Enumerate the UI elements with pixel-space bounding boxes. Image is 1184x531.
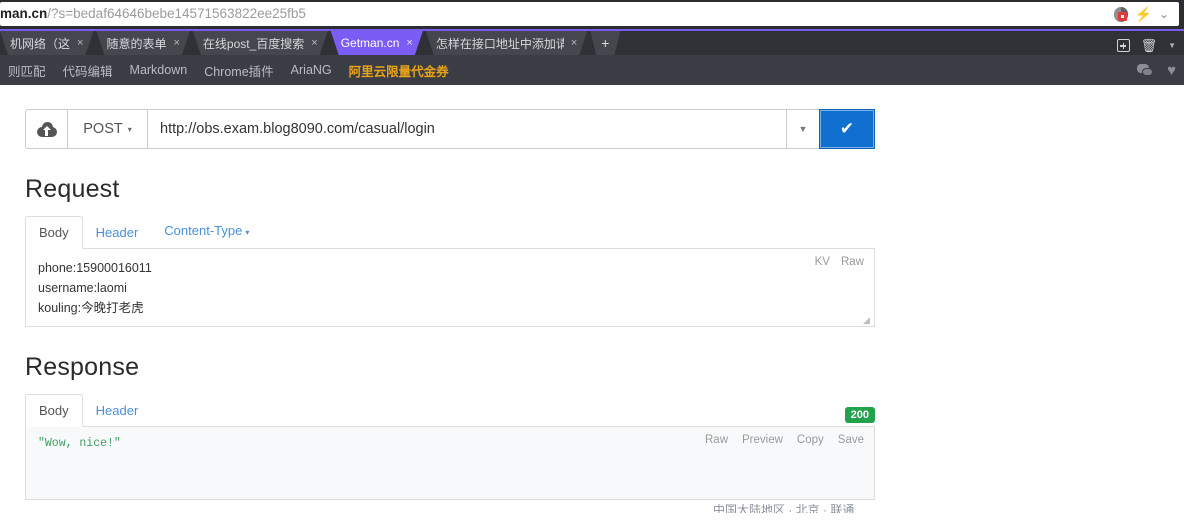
response-panel: Body Header 200 "Wow, nice!" Raw Preview… xyxy=(25,394,875,500)
chat-bubbles-icon[interactable] xyxy=(1137,63,1154,77)
bookmark-item[interactable]: 代码编辑 xyxy=(63,61,113,80)
url-history-dropdown[interactable]: ▼ xyxy=(786,109,819,149)
tab-label: Header xyxy=(95,225,139,240)
footer-text: 中国大陆地区 · 北京 · 联通 xyxy=(713,504,855,513)
request-url-bar: POST ▾ http://obs.exam.blog8090.com/casu… xyxy=(25,109,875,149)
tab-label: 在线post_百度搜索 xyxy=(202,36,305,51)
request-body-editor[interactable]: phone:15900016011 username:laomi kouling… xyxy=(25,249,875,327)
address-bar-icons: ⚡ ⌄ xyxy=(1113,6,1174,22)
copy-button[interactable]: Copy xyxy=(797,434,824,446)
close-icon[interactable]: × xyxy=(311,38,317,49)
address-bar[interactable]: man.cn/?s=bedaf64646bebe14571563822ee25f… xyxy=(0,2,1179,26)
response-status: 200 xyxy=(844,407,875,426)
browser-chrome: man.cn/?s=bedaf64646bebe14571563822ee25f… xyxy=(0,0,1184,85)
close-icon[interactable]: × xyxy=(571,38,577,49)
tab-label: Header xyxy=(95,403,139,418)
request-section-title: Request xyxy=(25,175,120,203)
request-body-view-toggle: KV Raw xyxy=(815,256,864,268)
chevron-down-icon[interactable]: ⌄ xyxy=(1159,8,1169,20)
close-icon[interactable]: × xyxy=(173,38,179,49)
resize-handle[interactable]: ◢ xyxy=(863,316,872,325)
bookmark-item[interactable]: Chrome插件 xyxy=(204,61,273,80)
urlbar-row: man.cn/?s=bedaf64646bebe14571563822ee25f… xyxy=(0,0,1184,29)
tab-list: 机网络（这 × 随意的表单 × 在线post_百度搜索 × Getman.cn … xyxy=(0,31,1109,55)
request-body-line: username:laomi xyxy=(38,281,127,295)
save-button[interactable]: Save xyxy=(838,434,864,446)
request-url-input[interactable]: http://obs.exam.blog8090.com/casual/logi… xyxy=(147,109,786,149)
new-window-icon[interactable] xyxy=(1116,39,1130,52)
page-content: POST ▾ http://obs.exam.blog8090.com/casu… xyxy=(0,85,1184,513)
tab-request-content-type[interactable]: Content-Type ▾ xyxy=(151,215,262,248)
http-method-label: POST xyxy=(83,121,123,137)
trash-icon[interactable]: 🗑 xyxy=(1141,39,1158,52)
footer-strip: 中国大陆地区 · 北京 · 联通 xyxy=(0,504,1184,513)
request-panel: Body Header Content-Type ▾ phone:15900016… xyxy=(25,215,875,327)
bookmark-item[interactable]: Markdown xyxy=(130,63,188,77)
lightning-icon[interactable]: ⚡ xyxy=(1135,7,1152,21)
cloud-upload-icon[interactable] xyxy=(25,109,67,149)
tab-request-body[interactable]: Body xyxy=(25,216,83,249)
main-container: POST ▾ http://obs.exam.blog8090.com/casu… xyxy=(25,109,875,500)
response-actions: Raw Preview Copy Save xyxy=(705,434,864,446)
shield-lock-icon[interactable] xyxy=(1113,6,1128,22)
tab-label: 随意的表单 xyxy=(106,36,167,51)
raw-view-button[interactable]: Raw xyxy=(841,256,864,268)
tab-bar: 机网络（这 × 随意的表单 × 在线post_百度搜索 × Getman.cn … xyxy=(0,29,1184,55)
send-request-button[interactable]: ✔ xyxy=(819,109,875,149)
tab-response-header[interactable]: Header xyxy=(83,395,152,426)
url-domain: man.cn xyxy=(0,6,48,21)
browser-tab[interactable]: 怎样在接口地址中添加请求 × xyxy=(426,31,587,55)
status-badge: 200 xyxy=(844,407,875,423)
browser-tab[interactable]: 随意的表单 × xyxy=(96,31,189,55)
close-icon[interactable]: × xyxy=(77,38,83,49)
new-tab-button[interactable]: + xyxy=(590,31,620,55)
chevron-down-icon: ▾ xyxy=(127,124,132,134)
tab-label: 怎样在接口地址中添加请求 xyxy=(435,36,564,51)
tab-response-body[interactable]: Body xyxy=(25,394,83,427)
address-bar-text[interactable]: man.cn/?s=bedaf64646bebe14571563822ee25f… xyxy=(0,2,1114,26)
bookmark-item[interactable]: 则匹配 xyxy=(8,61,46,80)
http-method-dropdown[interactable]: POST ▾ xyxy=(67,109,147,149)
tab-request-header[interactable]: Header xyxy=(83,217,152,248)
close-icon[interactable]: × xyxy=(406,38,412,49)
request-body-line: kouling:今晚打老虎 xyxy=(38,301,144,315)
raw-button[interactable]: Raw xyxy=(705,434,728,446)
response-section-title: Response xyxy=(25,353,140,381)
bookmark-bar: 则匹配 代码编辑 Markdown Chrome插件 AriaNG 阿里云限量代… xyxy=(0,55,1184,85)
caret-down-icon[interactable]: ▼ xyxy=(1168,41,1176,50)
tab-label: Content-Type xyxy=(164,223,243,238)
kv-view-button[interactable]: KV xyxy=(815,256,830,268)
bookmark-item[interactable]: AriaNG xyxy=(291,63,332,77)
browser-tab[interactable]: 在线post_百度搜索 × xyxy=(193,31,328,55)
tab-label: 机网络（这 xyxy=(10,36,71,51)
response-body-viewer[interactable]: "Wow, nice!" Raw Preview Copy Save xyxy=(25,427,875,500)
bookmark-bar-icons: ♥ xyxy=(1137,63,1176,78)
tab-label: Body xyxy=(39,225,69,240)
url-query: /?s=bedaf64646bebe14571563822ee25fb5 xyxy=(47,6,306,21)
preview-button[interactable]: Preview xyxy=(742,434,783,446)
chevron-down-icon: ▾ xyxy=(245,228,250,237)
tab-bar-actions: 🗑 ▼ xyxy=(1109,39,1184,55)
request-tabs: Body Header Content-Type ▾ xyxy=(25,215,875,249)
browser-tab[interactable]: 机网络（这 × xyxy=(0,31,93,55)
heart-icon[interactable]: ♥ xyxy=(1167,63,1176,78)
tab-label: Body xyxy=(39,403,69,418)
browser-tab-active[interactable]: Getman.cn × xyxy=(331,31,423,55)
response-tabs: Body Header 200 xyxy=(25,394,875,427)
tab-label: Getman.cn xyxy=(340,36,400,50)
bookmark-item-promo[interactable]: 阿里云限量代金券 xyxy=(349,61,449,80)
request-body-line: phone:15900016011 xyxy=(38,261,152,275)
